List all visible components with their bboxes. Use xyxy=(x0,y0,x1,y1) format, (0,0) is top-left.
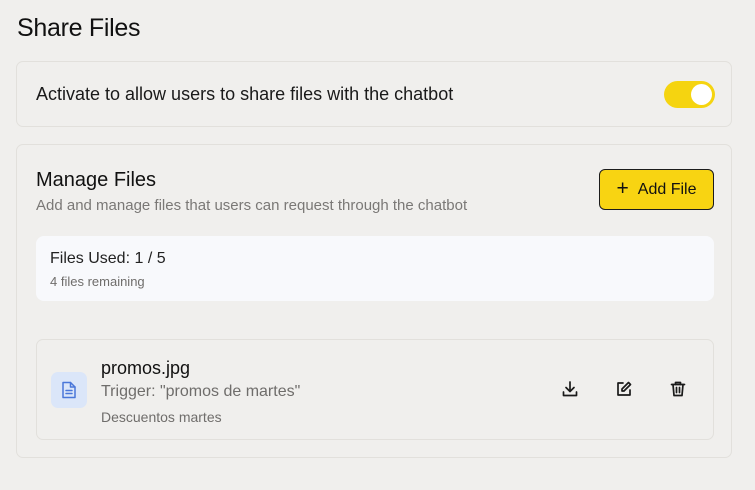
toggle-knob xyxy=(691,84,712,105)
files-usage-panel: Files Used: 1 / 5 4 files remaining xyxy=(36,236,714,301)
add-file-label: Add File xyxy=(637,180,697,198)
manage-files-title: Manage Files xyxy=(36,169,157,191)
plus-icon: + xyxy=(616,177,629,200)
manage-files-subtitle: Add and manage files that users can requ… xyxy=(36,197,468,214)
edit-icon[interactable] xyxy=(613,378,635,400)
page-title: Share Files xyxy=(17,14,141,42)
file-name: promos.jpg xyxy=(101,358,191,378)
files-used-count: Files Used: 1 / 5 xyxy=(50,250,166,267)
manage-files-card: Manage Files Add and manage files that u… xyxy=(16,144,732,458)
share-toggle-label: Activate to allow users to share files w… xyxy=(36,84,454,104)
download-icon[interactable] xyxy=(559,378,581,400)
share-toggle-card: Activate to allow users to share files w… xyxy=(16,61,732,127)
document-icon xyxy=(51,372,87,408)
add-file-button[interactable]: + Add File xyxy=(599,169,714,210)
share-files-toggle[interactable] xyxy=(664,81,715,108)
trash-icon[interactable] xyxy=(667,378,689,400)
file-trigger: Trigger: "promos de martes" xyxy=(101,383,301,400)
file-description: Descuentos martes xyxy=(101,409,222,425)
file-list-item: promos.jpg Trigger: "promos de martes" D… xyxy=(36,339,714,440)
files-remaining: 4 files remaining xyxy=(50,274,145,289)
